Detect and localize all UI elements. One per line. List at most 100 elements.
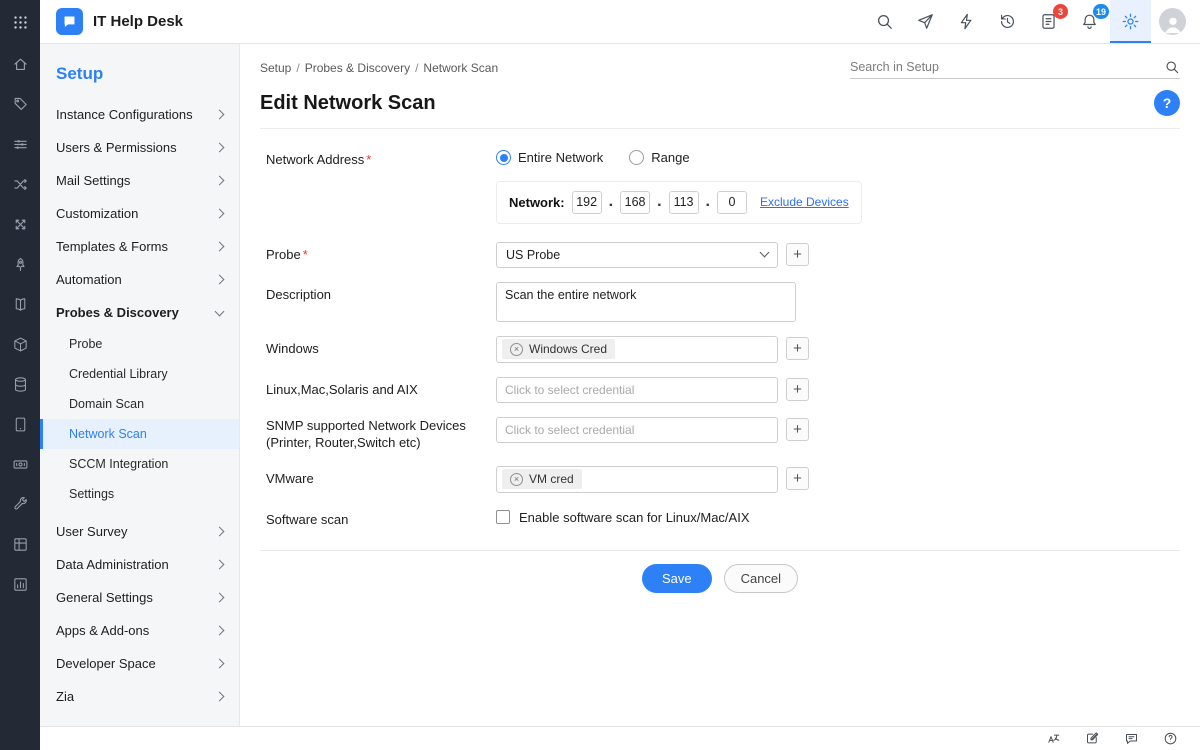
octet-separator: . [657, 193, 661, 211]
probe-select[interactable]: US Probe [496, 242, 778, 268]
top-bar: IT Help Desk 3 19 [40, 0, 1200, 44]
network-caption: Network: [509, 195, 565, 210]
sidebar-item-label: Instance Configurations [56, 107, 193, 122]
setup-search-input[interactable] [850, 60, 1164, 74]
sidebar-subitem-credential-library[interactable]: Credential Library [40, 359, 239, 389]
apps-grid-icon[interactable] [0, 0, 40, 44]
octet-2-input[interactable] [620, 191, 650, 214]
add-snmp-credential-button[interactable]: + [786, 418, 809, 441]
chevron-right-icon [215, 593, 225, 603]
linux-credential-input[interactable] [496, 377, 778, 403]
radio-range[interactable]: Range [629, 150, 689, 165]
history-icon[interactable] [987, 0, 1028, 43]
octet-1-input[interactable] [572, 191, 602, 214]
add-vmware-credential-button[interactable]: + [786, 467, 809, 490]
sliders-icon[interactable] [0, 124, 40, 164]
breadcrumb-probes-discovery[interactable]: Probes & Discovery [305, 61, 410, 75]
sidebar-item-instance-configurations[interactable]: Instance Configurations [40, 98, 239, 131]
sidebar-item-developer-space[interactable]: Developer Space [40, 647, 239, 680]
notifications-bell-icon[interactable]: 19 [1069, 0, 1110, 43]
add-windows-credential-button[interactable]: + [786, 337, 809, 360]
translate-icon[interactable] [1046, 731, 1061, 746]
chat-icon[interactable] [1124, 731, 1139, 746]
required-mark: * [366, 152, 371, 167]
snmp-credential-input[interactable] [496, 417, 778, 443]
exclude-devices-link[interactable]: Exclude Devices [760, 195, 849, 209]
remove-chip-icon[interactable]: × [510, 343, 523, 356]
sidebar-item-data-administration[interactable]: Data Administration [40, 548, 239, 581]
app-rail [0, 0, 40, 750]
chart-icon[interactable] [0, 564, 40, 604]
tag-icon[interactable] [0, 84, 40, 124]
feedback-icon[interactable] [1085, 731, 1100, 746]
credential-chip: ×VM cred [502, 469, 582, 489]
sidebar-item-apps-addons[interactable]: Apps & Add-ons [40, 614, 239, 647]
chevron-right-icon [215, 143, 225, 153]
snmp-label: SNMP supported Network Devices (Printer,… [266, 417, 496, 452]
cash-icon[interactable] [0, 444, 40, 484]
cancel-button[interactable]: Cancel [724, 564, 798, 593]
software-scan-label: Software scan [266, 507, 496, 529]
rocket-icon[interactable] [0, 244, 40, 284]
add-probe-button[interactable]: + [786, 243, 809, 266]
paper-plane-icon[interactable] [905, 0, 946, 43]
description-textarea[interactable]: Scan the entire network [496, 282, 796, 322]
software-scan-checkbox[interactable] [496, 510, 510, 524]
add-linux-credential-button[interactable]: + [786, 378, 809, 401]
probe-selected-value: US Probe [506, 248, 560, 262]
package-icon[interactable] [0, 324, 40, 364]
remove-chip-icon[interactable]: × [510, 473, 523, 486]
sidebar-item-mail-settings[interactable]: Mail Settings [40, 164, 239, 197]
breadcrumb-setup[interactable]: Setup [260, 61, 291, 75]
octet-3-input[interactable] [669, 191, 699, 214]
sidebar-item-zia[interactable]: Zia [40, 680, 239, 713]
help-icon[interactable] [1163, 731, 1178, 746]
sidebar-item-templates-forms[interactable]: Templates & Forms [40, 230, 239, 263]
book-icon[interactable] [0, 284, 40, 324]
sidebar-item-general-settings[interactable]: General Settings [40, 581, 239, 614]
sidebar-subitem-network-scan[interactable]: Network Scan [40, 419, 239, 449]
sidebar-subitem-probe[interactable]: Probe [40, 329, 239, 359]
sidebar-item-automation[interactable]: Automation [40, 263, 239, 296]
breadcrumb-separator: / [296, 61, 299, 75]
app-logo[interactable] [56, 8, 83, 35]
octet-4-input[interactable] [717, 191, 747, 214]
vmware-credential-field[interactable]: ×VM cred [496, 466, 778, 493]
tablet-icon[interactable] [0, 404, 40, 444]
breadcrumb: Setup/Probes & Discovery/Network Scan [260, 61, 498, 75]
save-button[interactable]: Save [642, 564, 712, 593]
search-icon[interactable] [864, 0, 905, 43]
help-button[interactable]: ? [1154, 90, 1180, 116]
sidebar-subitem-settings[interactable]: Settings [40, 479, 239, 509]
integrations-icon[interactable] [0, 204, 40, 244]
sidebar-item-label: Probes & Discovery [56, 305, 179, 320]
settings-gear-icon[interactable] [1110, 0, 1151, 43]
lightning-icon[interactable] [946, 0, 987, 43]
home-icon[interactable] [0, 44, 40, 84]
network-scan-form: Network Address* Entire Network Range [260, 129, 1180, 542]
sidebar-item-users-permissions[interactable]: Users & Permissions [40, 131, 239, 164]
chevron-right-icon [215, 275, 225, 285]
sidebar-item-customization[interactable]: Customization [40, 197, 239, 230]
chevron-right-icon [215, 209, 225, 219]
sidebar-item-label: Zia [56, 689, 74, 704]
wrench-icon[interactable] [0, 484, 40, 524]
sidebar-subitem-domain-scan[interactable]: Domain Scan [40, 389, 239, 419]
approvals-icon[interactable]: 3 [1028, 0, 1069, 43]
sidebar-item-probes-discovery[interactable]: Probes & Discovery [40, 296, 239, 329]
chevron-right-icon [215, 176, 225, 186]
main-content: Setup/Probes & Discovery/Network Scan Ed… [240, 44, 1200, 726]
sidebar-subitem-sccm-integration[interactable]: SCCM Integration [40, 449, 239, 479]
sidebar-item-label: Data Administration [56, 557, 169, 572]
table-icon[interactable] [0, 524, 40, 564]
shuffle-icon[interactable] [0, 164, 40, 204]
search-icon[interactable] [1164, 59, 1180, 75]
windows-credential-field[interactable]: ×Windows Cred [496, 336, 778, 363]
chevron-right-icon [215, 659, 225, 669]
sidebar-item-user-survey[interactable]: User Survey [40, 515, 239, 548]
database-icon[interactable] [0, 364, 40, 404]
breadcrumb-network-scan[interactable]: Network Scan [423, 61, 498, 75]
software-scan-checkbox-label: Enable software scan for Linux/Mac/AIX [519, 510, 750, 525]
user-avatar[interactable] [1159, 8, 1186, 35]
radio-entire-network[interactable]: Entire Network [496, 150, 603, 165]
